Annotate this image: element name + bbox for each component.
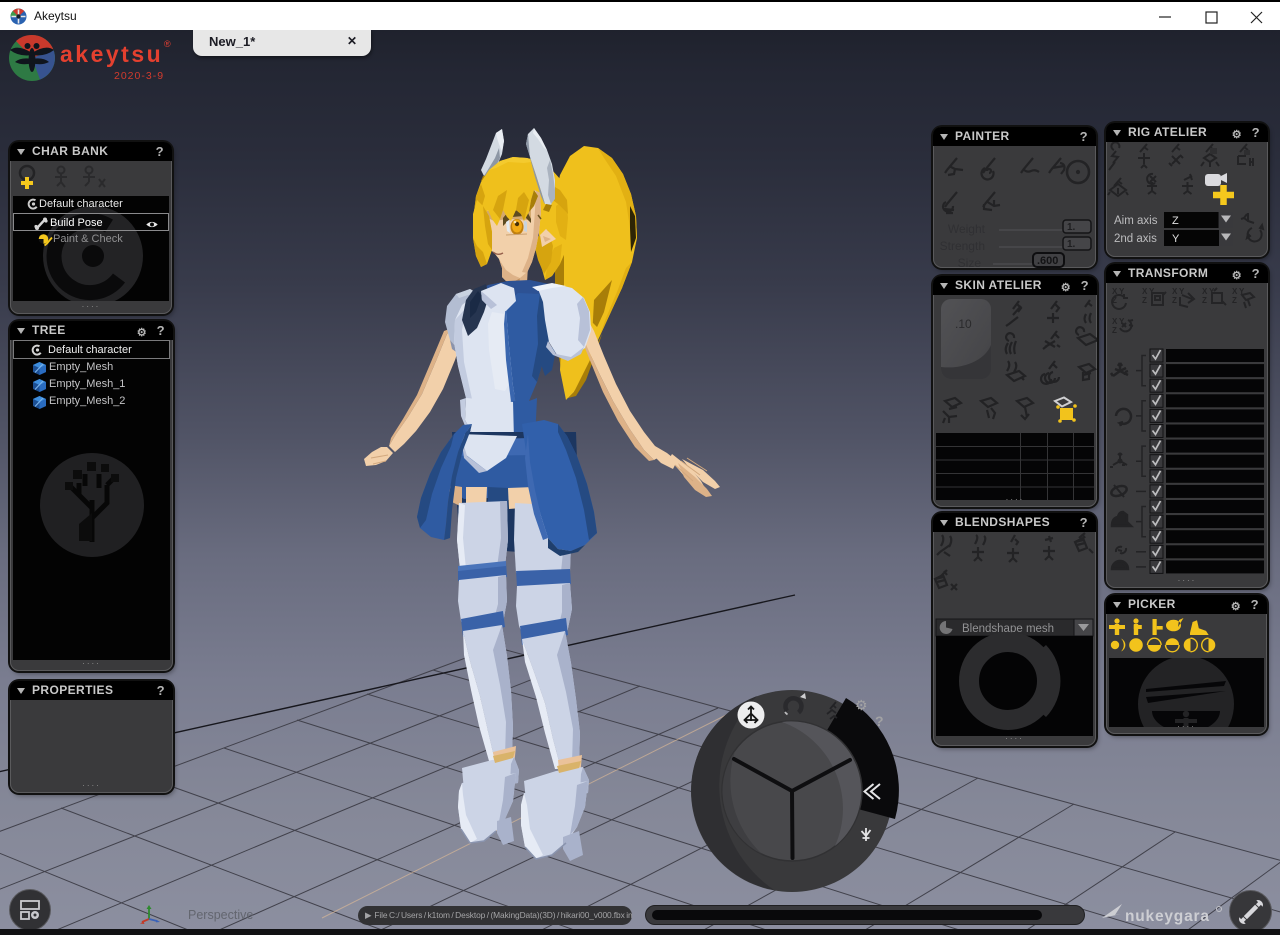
svg-text:Strength: Strength (940, 239, 985, 253)
svg-text:nukeygara: nukeygara (1125, 908, 1210, 925)
svg-text:Y: Y (1179, 287, 1185, 296)
svg-text:1.: 1. (1067, 239, 1076, 250)
svg-text:Y: Y (1172, 233, 1180, 245)
svg-text:Z: Z (1112, 326, 1117, 335)
svg-text:Z: Z (1142, 296, 1147, 305)
svg-text:1.: 1. (1067, 222, 1076, 233)
svg-text:X: X (1232, 287, 1238, 296)
svg-text:2nd axis: 2nd axis (1114, 233, 1157, 245)
svg-text:X: X (1112, 317, 1118, 326)
svg-text:X: X (1202, 287, 1208, 296)
svg-text:.10: .10 (955, 317, 972, 331)
svg-text:X: X (1172, 287, 1178, 296)
svg-text:Weight: Weight (948, 222, 986, 236)
svg-text:Z: Z (1172, 296, 1177, 305)
svg-text:⚙︎: ⚙︎ (855, 697, 868, 713)
svg-text:Z: Z (1172, 215, 1179, 227)
svg-text:?: ? (875, 713, 884, 729)
svg-text:.600: .600 (1037, 255, 1058, 267)
svg-text:X: X (1142, 287, 1148, 296)
svg-text:Size: Size (958, 256, 982, 268)
svg-text:Aim axis: Aim axis (1114, 215, 1158, 227)
svg-text:Z: Z (1232, 296, 1237, 305)
svg-text:Z: Z (1202, 296, 1207, 305)
